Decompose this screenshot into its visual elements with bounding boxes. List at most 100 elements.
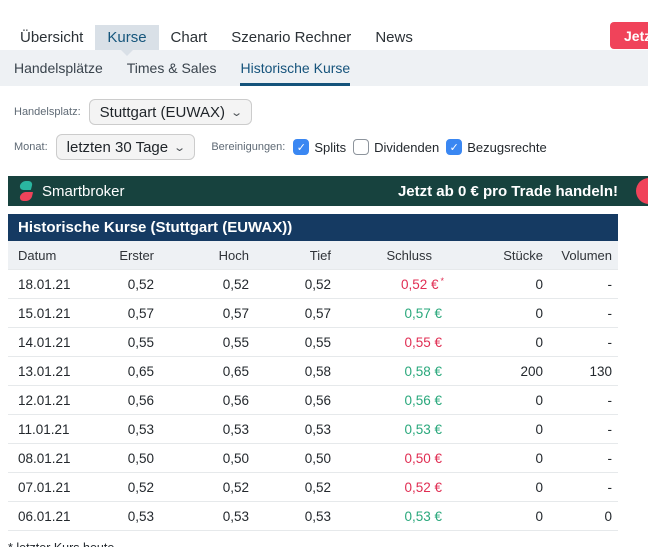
cell-hoch: 0,53 [158, 422, 253, 437]
cell-erster: 0,56 [88, 393, 158, 408]
cell-stuecke: 0 [458, 480, 553, 495]
cell-stuecke: 0 [458, 306, 553, 321]
cell-datum: 08.01.21 [8, 451, 88, 466]
cell-schluss: 0,55 € [335, 334, 458, 351]
cell-stuecke: 0 [458, 277, 553, 292]
cell-erster: 0,65 [88, 364, 158, 379]
historische-kurse-card: Historische Kurse (Stuttgart (EUWAX)) Da… [8, 214, 618, 531]
col-header-tief: Tief [253, 248, 335, 263]
chevron-down-icon: ⌄ [173, 141, 186, 154]
subtab-handelsplaetze[interactable]: Handelsplätze [14, 50, 103, 86]
checkbox-bezugsrechte[interactable]: ✓ [446, 139, 462, 155]
cell-datum: 15.01.21 [8, 306, 88, 321]
cell-hoch: 0,57 [158, 306, 253, 321]
cell-tief: 0,57 [253, 306, 335, 321]
cell-hoch: 0,50 [158, 451, 253, 466]
cell-volumen: - [553, 306, 618, 321]
cell-hoch: 0,56 [158, 393, 253, 408]
cell-volumen: 130 [553, 364, 618, 379]
banner-promo-text: Jetzt ab 0 € pro Trade handeln! [398, 183, 618, 200]
col-header-schluss: Schluss [335, 248, 458, 263]
cell-volumen: - [553, 393, 618, 408]
smartbroker-brand-name: Smartbroker [42, 183, 125, 200]
tab-szenario-rechner[interactable]: Szenario Rechner [219, 25, 363, 50]
col-header-volumen: Volumen [553, 248, 618, 263]
cell-volumen: - [553, 451, 618, 466]
tab-news[interactable]: News [363, 25, 425, 50]
table-row: 15.01.21 0,57 0,57 0,57 0,57 € 0 - [8, 298, 618, 327]
cell-datum: 18.01.21 [8, 277, 88, 292]
footnote: * letzter Kurs heute [8, 541, 648, 547]
table-row: 11.01.21 0,53 0,53 0,53 0,53 € 0 - [8, 414, 618, 443]
cell-tief: 0,53 [253, 422, 335, 437]
chevron-down-icon: ⌄ [230, 106, 243, 119]
cell-stuecke: 0 [458, 422, 553, 437]
cell-stuecke: 0 [458, 335, 553, 350]
bereinigungen-group: Bereinigungen: ✓ Splits ✓ Dividenden ✓ B… [211, 139, 553, 155]
table-row: 18.01.21 0,52 0,52 0,52 0,52 €* 0 - [8, 269, 618, 298]
cell-tief: 0,56 [253, 393, 335, 408]
cell-volumen: - [553, 335, 618, 350]
monat-value: letzten 30 Tage [67, 139, 168, 156]
table-row: 07.01.21 0,52 0,52 0,52 0,52 € 0 - [8, 472, 618, 501]
cell-erster: 0,52 [88, 277, 158, 292]
cell-erster: 0,53 [88, 509, 158, 524]
check-icon: ✓ [450, 141, 459, 154]
cell-hoch: 0,55 [158, 335, 253, 350]
cell-schluss: 0,58 € [335, 363, 458, 380]
check-icon: ✓ [357, 141, 366, 154]
cell-volumen: - [553, 422, 618, 437]
cell-stuecke: 0 [458, 393, 553, 408]
cell-tief: 0,58 [253, 364, 335, 379]
cell-hoch: 0,53 [158, 509, 253, 524]
banner-cta-button[interactable] [636, 178, 648, 204]
monat-select[interactable]: letzten 30 Tage ⌄ [56, 134, 196, 160]
handelsplatz-select[interactable]: Stuttgart (EUWAX) ⌄ [89, 99, 253, 125]
cell-schluss: 0,56 € [335, 392, 458, 409]
cell-volumen: - [553, 480, 618, 495]
cell-schluss: 0,52 €* [335, 276, 458, 293]
col-header-erster: Erster [88, 248, 158, 263]
bereinigungen-label: Bereinigungen: [211, 141, 285, 153]
subtab-historische-kurse[interactable]: Historische Kurse [240, 50, 350, 86]
checkbox-dividenden-label: Dividenden [374, 140, 439, 155]
subtab-times-sales[interactable]: Times & Sales [127, 50, 217, 86]
table-header-row: Datum Erster Hoch Tief Schluss Stücke Vo… [8, 241, 618, 269]
table-row: 14.01.21 0,55 0,55 0,55 0,55 € 0 - [8, 327, 618, 356]
table-row: 13.01.21 0,65 0,65 0,58 0,58 € 200 130 [8, 356, 618, 385]
tab-uebersicht[interactable]: Übersicht [8, 25, 95, 50]
cell-stuecke: 200 [458, 364, 553, 379]
table-row: 12.01.21 0,56 0,56 0,56 0,56 € 0 - [8, 385, 618, 414]
cell-datum: 13.01.21 [8, 364, 88, 379]
cell-erster: 0,55 [88, 335, 158, 350]
cell-schluss: 0,53 € [335, 508, 458, 525]
cell-tief: 0,50 [253, 451, 335, 466]
cell-erster: 0,57 [88, 306, 158, 321]
cell-schluss: 0,50 € [335, 450, 458, 467]
top-cta-button[interactable]: Jetzt fi [610, 22, 648, 49]
cell-datum: 14.01.21 [8, 335, 88, 350]
col-header-stuecke: Stücke [458, 248, 553, 263]
smartbroker-brand: Smartbroker [18, 181, 125, 201]
cell-stuecke: 0 [458, 451, 553, 466]
cell-tief: 0,52 [253, 277, 335, 292]
table-row: 06.01.21 0,53 0,53 0,53 0,53 € 0 0 [8, 501, 618, 530]
tab-chart[interactable]: Chart [159, 25, 220, 50]
checkbox-splits[interactable]: ✓ [293, 139, 309, 155]
col-header-hoch: Hoch [158, 248, 253, 263]
sub-navigation: Handelsplätze Times & Sales Historische … [0, 50, 648, 86]
handelsplatz-label: Handelsplatz: [14, 106, 81, 118]
cell-volumen: 0 [553, 509, 618, 524]
cell-datum: 06.01.21 [8, 509, 88, 524]
checkbox-bezugsrechte-label: Bezugsrechte [467, 140, 547, 155]
tab-kurse[interactable]: Kurse [95, 25, 158, 50]
checkbox-dividenden[interactable]: ✓ [353, 139, 369, 155]
cell-erster: 0,52 [88, 480, 158, 495]
smartbroker-logo-icon [18, 181, 34, 201]
cell-tief: 0,53 [253, 509, 335, 524]
cell-hoch: 0,52 [158, 277, 253, 292]
cell-schluss: 0,57 € [335, 305, 458, 322]
cell-datum: 07.01.21 [8, 480, 88, 495]
table-row: 08.01.21 0,50 0,50 0,50 0,50 € 0 - [8, 443, 618, 472]
smartbroker-ad-banner[interactable]: Smartbroker Jetzt ab 0 € pro Trade hande… [8, 176, 648, 206]
